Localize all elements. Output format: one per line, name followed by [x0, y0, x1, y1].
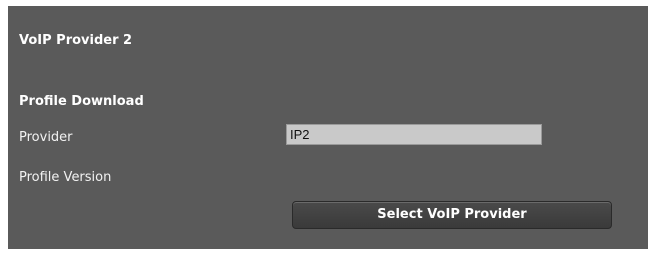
- profile-version-label: Profile Version: [19, 170, 112, 185]
- select-voip-provider-button[interactable]: Select VoIP Provider: [292, 201, 612, 229]
- profile-download-heading: Profile Download: [19, 94, 144, 109]
- provider-label: Provider: [19, 130, 73, 145]
- page-title: VoIP Provider 2: [19, 33, 133, 48]
- voip-provider-panel: VoIP Provider 2 Profile Download Provide…: [8, 6, 648, 249]
- provider-field[interactable]: IP2: [286, 124, 542, 145]
